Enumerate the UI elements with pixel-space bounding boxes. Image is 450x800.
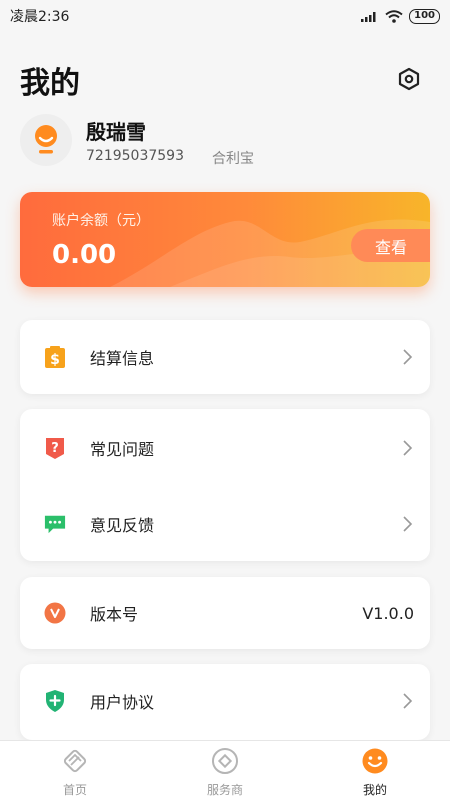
user-name: 殷瑞雪 <box>86 120 146 144</box>
chevron-right-icon <box>403 693 413 709</box>
smile-icon <box>362 748 388 774</box>
avatar-icon <box>35 125 57 154</box>
avatar[interactable] <box>20 114 72 166</box>
settlement-card: $ 结算信息 <box>20 320 430 394</box>
signal-icon <box>361 12 376 22</box>
battery-indicator: 100 <box>409 8 440 24</box>
menu-label-faq: 常见问题 <box>90 440 155 459</box>
tab-home[interactable]: 首页 <box>0 741 150 800</box>
status-bar: 凌晨2:36 100 <box>0 0 450 32</box>
version-value: V1.0.0 <box>362 603 414 623</box>
status-icons: 100 <box>361 8 440 24</box>
chevron-right-icon <box>403 516 413 532</box>
balance-amount: 0.00 <box>52 240 117 270</box>
agreement-card: 用户协议 <box>20 664 430 740</box>
svg-text:?: ? <box>51 441 59 456</box>
feedback-icon <box>44 513 66 535</box>
svg-text:$: $ <box>50 352 60 368</box>
tab-mine[interactable]: 我的 <box>300 741 450 800</box>
menu-item-feedback[interactable]: 意见反馈 <box>20 489 430 559</box>
settings-button[interactable] <box>394 64 424 94</box>
bottom-tab-bar: 首页 服务商 我的 <box>0 740 450 800</box>
chevron-right-icon <box>403 349 413 365</box>
tab-label-home: 首页 <box>62 783 87 797</box>
view-balance-button[interactable]: 查看 <box>351 229 430 262</box>
settlement-icon: $ <box>44 346 66 368</box>
tab-service-provider[interactable]: 服务商 <box>150 741 300 800</box>
user-id: 72195037593 <box>86 148 184 164</box>
tab-label-mine: 我的 <box>362 783 387 797</box>
tab-label-service-provider: 服务商 <box>206 783 243 797</box>
version-icon <box>44 602 66 624</box>
page-title: 我的 <box>20 66 80 101</box>
chevron-right-icon <box>403 440 413 456</box>
menu-item-faq[interactable]: ? 常见问题 <box>20 413 430 483</box>
version-card: 版本号 V1.0.0 <box>20 577 430 649</box>
profile-section: 殷瑞雪 72195037593 合利宝 <box>20 114 430 174</box>
wifi-icon <box>385 9 403 23</box>
shield-icon <box>44 690 66 712</box>
menu-label-feedback: 意见反馈 <box>90 516 155 535</box>
status-time: 凌晨2:36 <box>10 9 70 25</box>
menu-label-settlement: 结算信息 <box>90 349 155 368</box>
menu-item-agreement[interactable]: 用户协议 <box>20 666 430 736</box>
menu-item-version: 版本号 V1.0.0 <box>20 578 430 648</box>
balance-card: 账户余额（元） 0.00 查看 <box>20 192 430 287</box>
service-provider-icon <box>212 748 238 774</box>
user-org: 合利宝 <box>212 151 254 167</box>
home-icon <box>63 749 87 773</box>
faq-icon: ? <box>44 437 66 459</box>
gear-icon <box>398 67 420 91</box>
help-card: ? 常见问题 意见反馈 <box>20 409 430 561</box>
menu-label-version: 版本号 <box>90 605 139 624</box>
menu-item-settlement[interactable]: $ 结算信息 <box>20 322 430 392</box>
menu-label-agreement: 用户协议 <box>90 693 155 712</box>
balance-label: 账户余额（元） <box>52 213 150 229</box>
